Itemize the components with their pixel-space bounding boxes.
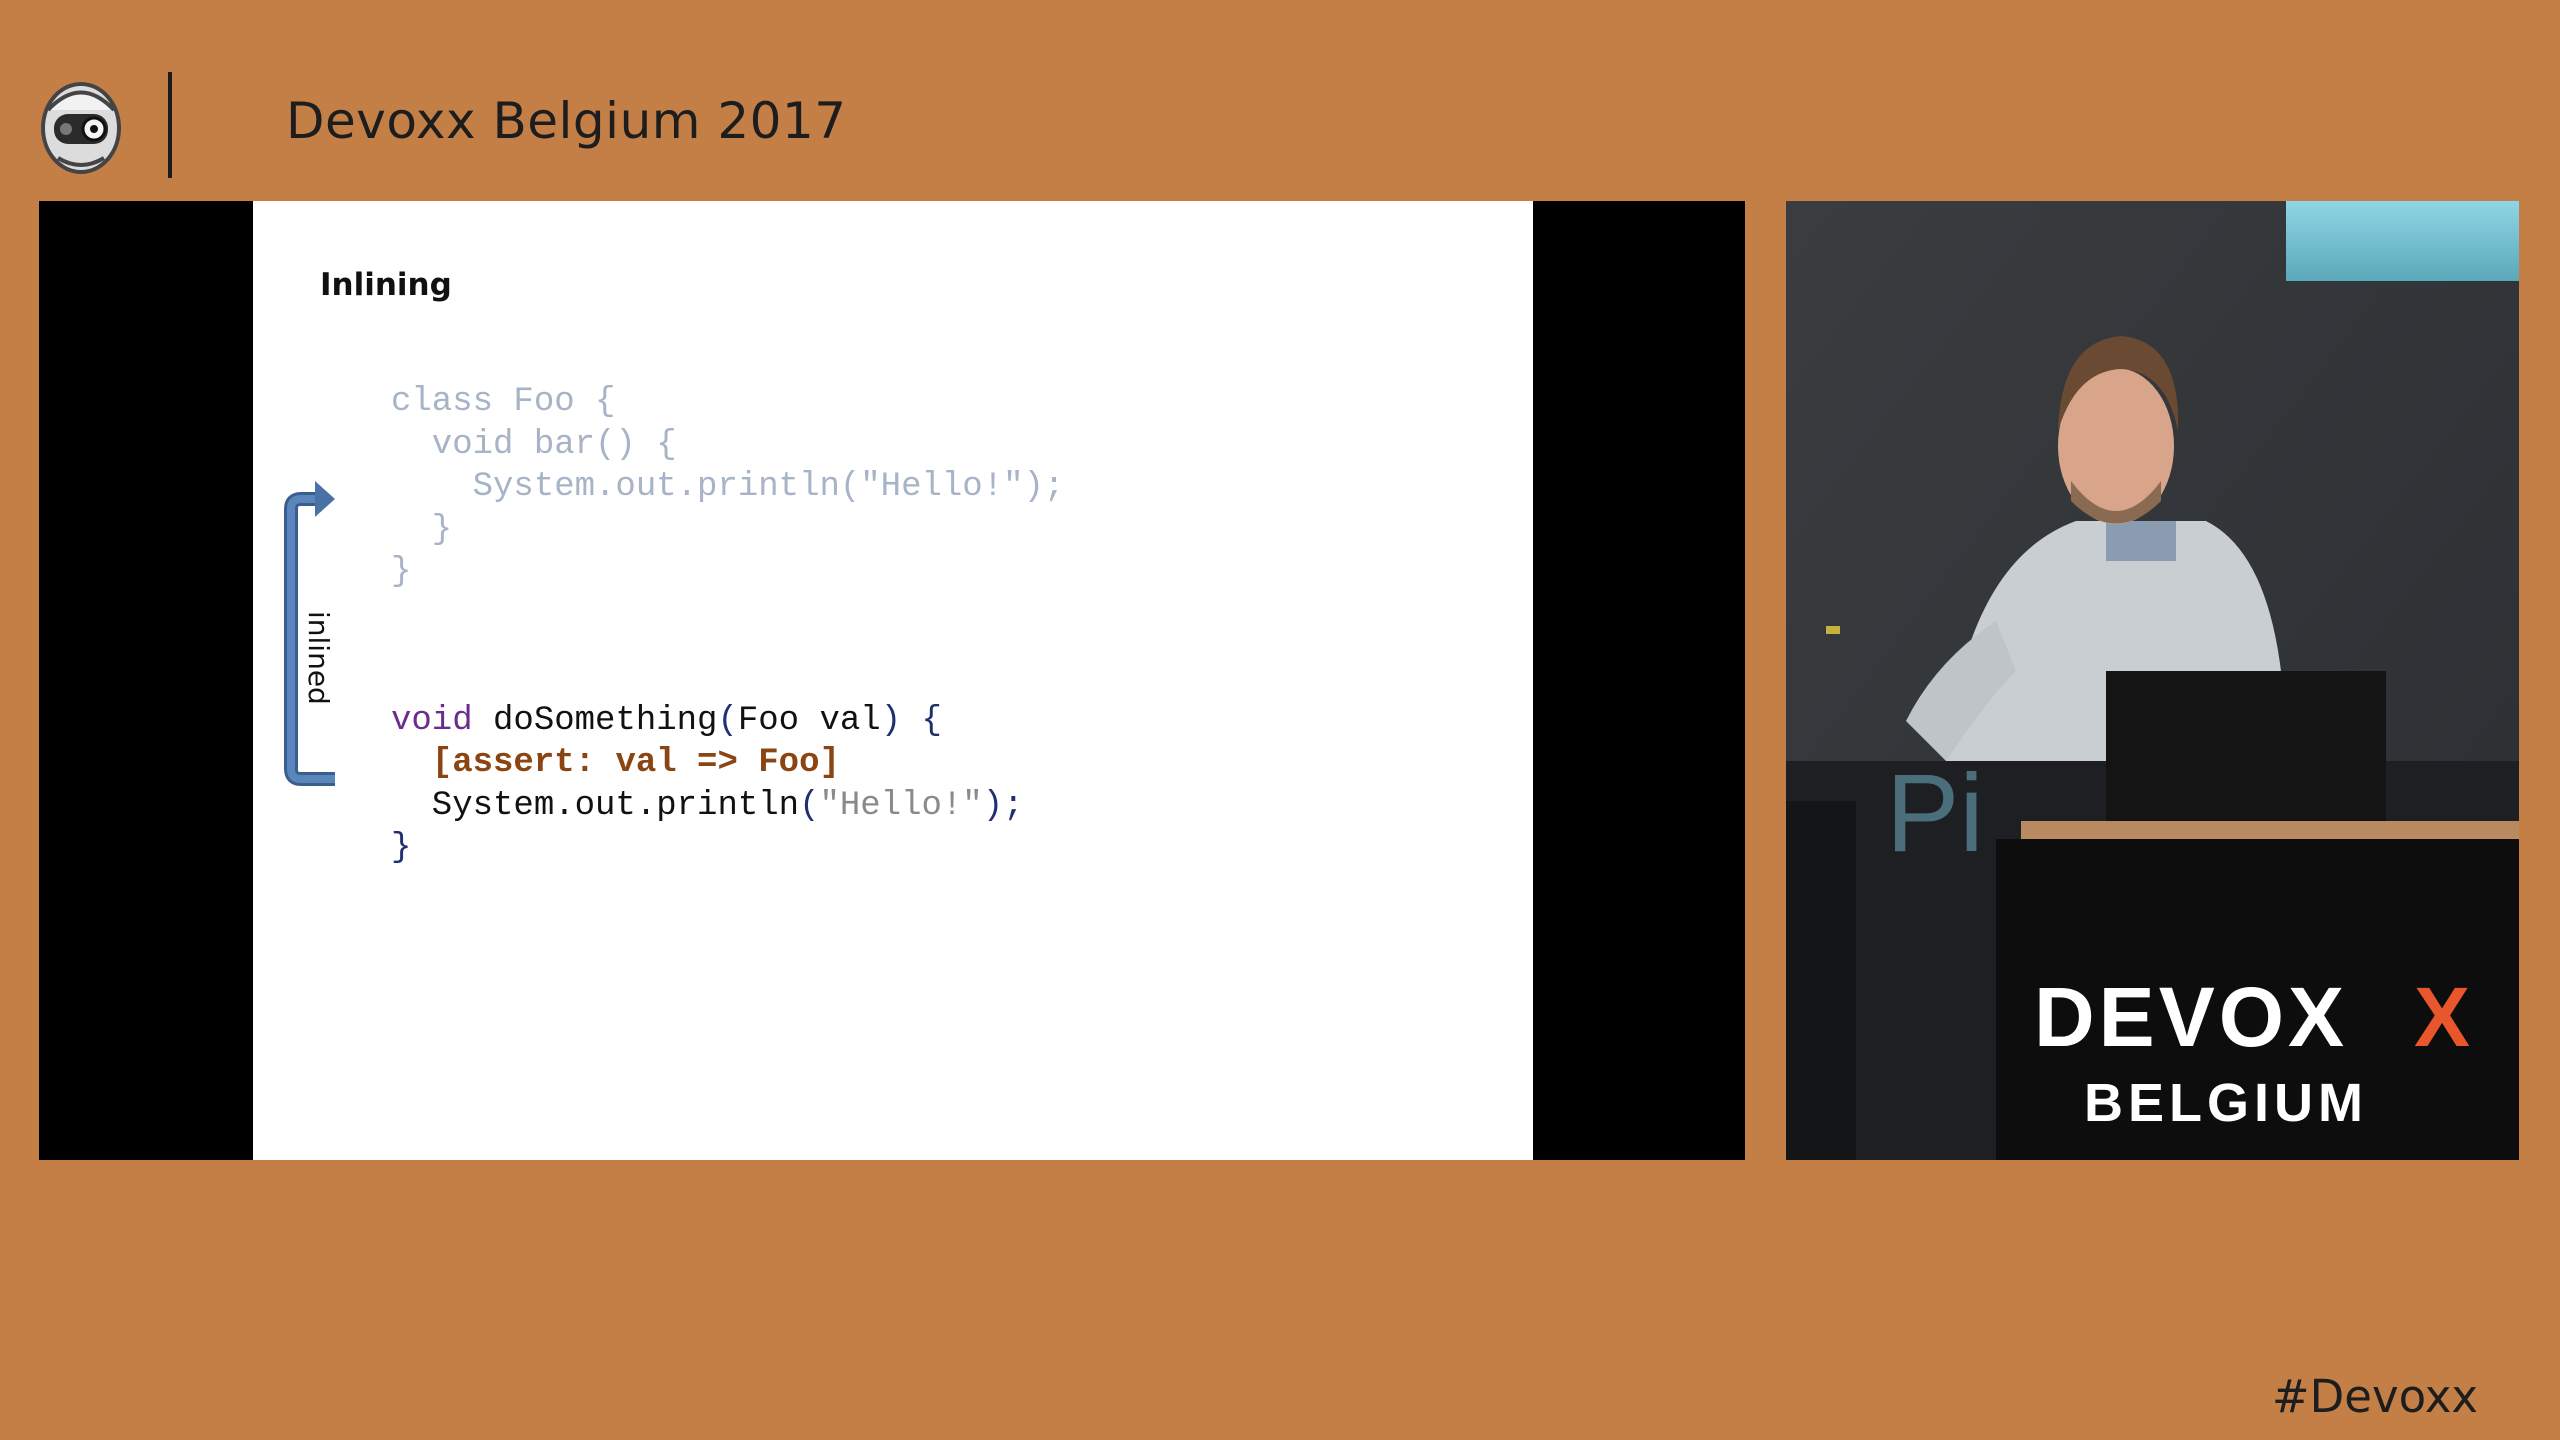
code-token: );: [982, 786, 1024, 825]
podium-brand-x: X: [2414, 970, 2470, 1064]
slide-title: Inlining: [320, 267, 452, 303]
speaker-collar: [2106, 521, 2176, 561]
header-divider: [168, 72, 172, 178]
devoxx-robot-icon: [41, 82, 121, 174]
code-line: [assert: val => Foo]: [391, 742, 1064, 785]
podium-brand-subtitle: BELGIUM: [2084, 1073, 2368, 1133]
code-token: void bar() {: [391, 425, 677, 464]
code-line: }: [391, 551, 1064, 594]
laptop-icon: [2106, 671, 2386, 831]
code-token: System.out.println("Hello!");: [391, 468, 1065, 506]
class-foo-code: class Foo { void bar() { System.out.prin…: [391, 381, 1064, 594]
podium-brand-text: DEVOX: [2034, 970, 2348, 1064]
hashtag: #Devoxx: [2271, 1370, 2478, 1423]
code-token: }: [391, 510, 453, 549]
code-token: }: [391, 829, 412, 867]
code-line: void doSomething(Foo val) {: [391, 700, 1064, 743]
speaker-camera-feed: Pi DEVOX X BELGIUM: [1786, 201, 2519, 1160]
code-spacer: [391, 594, 1064, 700]
code-line: System.out.println("Hello!");: [391, 466, 1065, 509]
code-token: class Foo {: [391, 383, 616, 421]
code-token: [assert: val => Foo]: [431, 744, 840, 782]
slide: Inlining inlined class Foo { void bar() …: [253, 201, 1533, 1160]
code-line: }: [391, 509, 1064, 552]
code-token: ) {: [880, 701, 942, 740]
presentation-clicker-icon: [1826, 626, 1840, 634]
code-token: doSomething: [472, 701, 718, 740]
inlined-label: inlined: [302, 611, 335, 705]
do-something-code: void doSomething(Foo val) { [assert: val…: [391, 700, 1064, 870]
side-monitor: [1786, 801, 1856, 1160]
code-token: "Hello!": [819, 786, 983, 825]
code-token: Foo val: [737, 701, 881, 740]
conference-title: Devoxx Belgium 2017: [286, 92, 847, 150]
code-token: System.out.println: [391, 786, 800, 825]
code-block: class Foo { void bar() { System.out.prin…: [391, 381, 1064, 870]
code-line: }: [391, 827, 1064, 870]
code-token: }: [391, 553, 412, 591]
stage-light: [2286, 201, 2519, 281]
code-token: (: [799, 786, 820, 825]
code-line: System.out.println("Hello!");: [391, 785, 1064, 828]
screen-text-fragment: Pi: [1886, 752, 1984, 875]
code-line: void bar() {: [391, 424, 1064, 467]
podium-top: [2021, 821, 2519, 839]
code-token: (: [717, 701, 738, 740]
slide-frame: Inlining inlined class Foo { void bar() …: [39, 201, 1745, 1160]
code-line: class Foo {: [391, 381, 1064, 424]
code-token: void: [391, 701, 473, 740]
